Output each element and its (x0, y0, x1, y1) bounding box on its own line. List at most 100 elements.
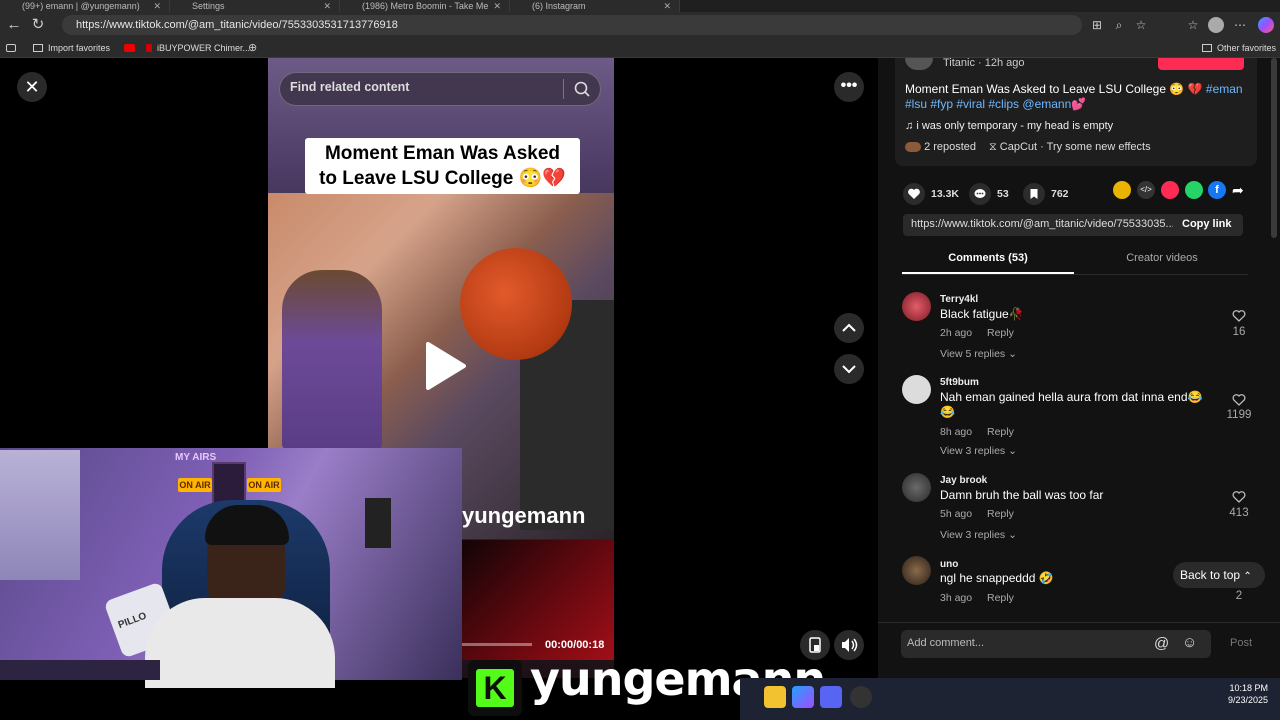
close-video-button[interactable]: ✕ (17, 72, 47, 102)
search-icon[interactable] (572, 79, 592, 99)
emoji-icon[interactable]: ☺ (1182, 634, 1197, 651)
menu-dots-icon[interactable]: ⋯ (1233, 18, 1247, 32)
fav-label: Other favorites (1217, 43, 1277, 53)
comment-like-icon[interactable] (1232, 490, 1246, 504)
comment-stat[interactable]: 53 (969, 183, 1009, 205)
view-replies-label: View 5 replies (940, 348, 1006, 360)
close-tab-icon[interactable]: ✕ (153, 0, 161, 12)
comment-like-icon[interactable] (1232, 393, 1246, 407)
zoom-icon[interactable]: ⌕ (1112, 18, 1126, 32)
view-replies-button[interactable]: View 3 replies ⌄ (940, 529, 1017, 541)
like-stat[interactable]: 13.3K (903, 183, 959, 205)
commenter-avatar[interactable] (902, 473, 931, 502)
browser-tab[interactable]: Settings ✕ (170, 0, 340, 12)
active-tab-indicator (902, 272, 1074, 274)
reply-button[interactable]: Reply (987, 327, 1014, 339)
fav-import[interactable]: Import favorites (33, 41, 110, 55)
close-tab-icon[interactable]: ✕ (323, 0, 331, 12)
author-line[interactable]: Titanic · 12h ago (943, 57, 1025, 69)
tab-creator-videos[interactable]: Creator videos (1076, 252, 1248, 264)
previous-video-button[interactable] (834, 313, 864, 343)
tab-label: (99+) emann | @yungemann) (22, 1, 140, 11)
music-line[interactable]: ♫ i was only temporary - my head is empt… (905, 120, 1113, 132)
capcut-line[interactable]: ⧖ CapCut · Try some new effects (989, 141, 1151, 154)
facebook-icon[interactable]: f (1208, 181, 1226, 199)
reply-button[interactable]: Reply (987, 592, 1014, 604)
bookmark-icon (1023, 183, 1045, 205)
view-replies-button[interactable]: View 3 replies ⌄ (940, 445, 1017, 457)
comment-bubble-icon (969, 183, 991, 205)
close-tab-icon[interactable]: ✕ (663, 0, 671, 12)
discord-icon[interactable] (820, 686, 842, 708)
youtube-icon[interactable] (124, 41, 135, 55)
comment-username[interactable]: Jay brook (940, 475, 987, 486)
file-explorer-icon[interactable] (764, 686, 786, 708)
commenter-avatar[interactable] (902, 292, 931, 321)
follow-back-button[interactable] (1158, 58, 1244, 70)
reply-button[interactable]: Reply (987, 508, 1014, 520)
capcut-text: CapCut · Try some new effects (999, 141, 1151, 153)
comment-placeholder: Add comment... (907, 637, 985, 649)
mention-icon[interactable]: @ (1154, 635, 1169, 652)
next-video-button[interactable] (834, 354, 864, 384)
embed-icon[interactable]: </> (1137, 181, 1155, 199)
volume-icon (842, 638, 858, 652)
send-to-friends-icon[interactable] (1161, 181, 1179, 199)
hashtags[interactable]: #lsu #fyp #viral #clips @emann (905, 97, 1071, 111)
commenter-avatar[interactable] (902, 556, 931, 585)
favorites-toggle-icon[interactable] (6, 41, 16, 55)
more-options-button[interactable]: ••• (834, 72, 864, 102)
close-tab-icon[interactable]: ✕ (493, 0, 501, 12)
tab-comments[interactable]: Comments (53) (902, 252, 1074, 264)
comment-like-icon[interactable] (1232, 309, 1246, 323)
repost-line[interactable]: 2 reposted (905, 141, 976, 153)
save-stat[interactable]: 762 (1023, 183, 1069, 205)
on-air-sign: ON AIR (178, 478, 212, 492)
refresh-icon[interactable]: ↻ (28, 15, 48, 35)
reply-button[interactable]: Reply (987, 426, 1014, 438)
copy-link-button[interactable]: Copy link (1182, 218, 1232, 230)
commenter-avatar[interactable] (902, 375, 931, 404)
copilot-taskbar-icon[interactable] (792, 686, 814, 708)
on-air-sign: ON AIR (247, 478, 281, 492)
copilot-icon[interactable] (1258, 17, 1274, 33)
video-progress-bar[interactable] (462, 643, 532, 646)
post-button[interactable]: Post (1230, 637, 1252, 649)
folder-icon (33, 44, 43, 52)
share-link-text[interactable]: https://www.tiktok.com/@am_titanic/video… (911, 218, 1173, 230)
apps-icon[interactable]: ⊞ (1090, 18, 1104, 32)
profile-avatar[interactable] (1208, 17, 1224, 33)
app-icon[interactable] (850, 686, 872, 708)
star-icon[interactable]: ☆ (1134, 18, 1148, 32)
fav-ibuypower[interactable]: iBUYPOWER Chimer... (146, 41, 250, 55)
tab-label: Settings (192, 1, 225, 11)
save-count: 762 (1051, 188, 1069, 200)
comment-username[interactable]: 5ft9bum (940, 377, 979, 388)
video-caption: Moment Eman Was Asked to Leave LSU Colle… (305, 138, 580, 194)
browser-tab[interactable]: (99+) emann | @yungemann) ✕ (0, 0, 170, 12)
tab-label: (1986) Metro Boomin - Take Me (362, 1, 489, 11)
fav-other[interactable]: Other favorites (1202, 41, 1276, 55)
hashtag[interactable]: #eman (1206, 82, 1243, 96)
tab-strip: (99+) emann | @yungemann) ✕ Settings ✕ (19… (0, 0, 1280, 12)
play-icon[interactable] (420, 340, 468, 392)
scrollbar[interactable] (1271, 58, 1277, 238)
share-arrow-icon[interactable]: ➦ (1232, 182, 1244, 199)
comment-like-count: 16 (1232, 326, 1246, 338)
globe-icon[interactable]: ⊕ (248, 41, 257, 55)
comment-username[interactable]: Terry4kl (940, 294, 978, 305)
back-arrow-icon[interactable]: ← (4, 15, 24, 35)
volume-button[interactable] (834, 630, 864, 660)
browser-tab[interactable]: (1986) Metro Boomin - Take Me ✕ (340, 0, 510, 12)
whatsapp-icon[interactable] (1185, 181, 1203, 199)
comment-text: Nah eman gained hella aura from dat inna… (940, 390, 1203, 419)
favorites-icon[interactable]: ☆ (1186, 18, 1200, 32)
search-divider (563, 79, 564, 99)
comment-username[interactable]: uno (940, 559, 958, 570)
back-to-top-button[interactable]: Back to top ⌃ (1173, 562, 1265, 588)
comment-time: 8h ago (940, 426, 973, 438)
url-field[interactable]: https://www.tiktok.com/@am_titanic/video… (62, 15, 1082, 35)
view-replies-button[interactable]: View 5 replies ⌄ (940, 348, 1017, 360)
share-repost-icon[interactable] (1113, 181, 1131, 199)
browser-tab[interactable]: (6) Instagram ✕ (510, 0, 680, 12)
